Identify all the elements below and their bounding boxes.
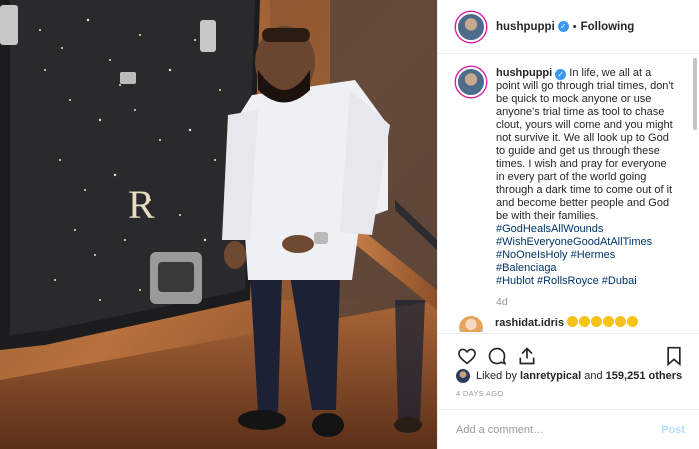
comment-input[interactable] [456, 423, 662, 436]
hashtag[interactable]: #Dubai [602, 275, 637, 287]
post-detail-pane: hushpuppi ✓ • Following hushpuppi ✓ In li… [437, 0, 699, 449]
bookmark-icon[interactable] [663, 345, 685, 367]
likes-prefix: Liked by [476, 370, 517, 382]
photo-illustration: R [0, 0, 437, 449]
heart-outline-icon[interactable] [456, 345, 478, 367]
reply-author-avatar[interactable] [459, 316, 483, 332]
hashtag[interactable]: #Hermes [571, 249, 616, 261]
caption-verified-icon: ✓ [555, 69, 567, 80]
likes-count[interactable]: 159,251 others [606, 370, 682, 382]
caption-author-avatar[interactable] [456, 67, 486, 97]
caption-age: 4d [496, 296, 508, 308]
reply-comment: rashidat.idris ❤❤❤❤❤❤ ♡ [456, 316, 685, 332]
comment-bubble-icon[interactable] [486, 345, 508, 367]
post-header: hushpuppi ✓ • Following [438, 0, 699, 54]
caption-comment: hushpuppi ✓ In life, we all at a point wi… [456, 67, 685, 288]
reply-username[interactable]: rashidat.idris [495, 317, 564, 329]
comments-scrollbar[interactable] [693, 58, 697, 130]
post-timestamp[interactable]: 4 DAYS AGO [456, 389, 503, 398]
comment-like-icon[interactable]: ♡ [659, 330, 669, 332]
likes-user[interactable]: lanretypical [520, 370, 581, 382]
wristwatch [314, 232, 328, 244]
share-arrow-icon[interactable] [516, 345, 538, 367]
hearts-emoji-text: ❤❤❤❤❤❤ [495, 331, 550, 332]
reply-body: rashidat.idris ❤❤❤❤❤❤ [495, 316, 639, 332]
following-button[interactable]: Following [581, 21, 635, 33]
hashtag[interactable]: #NoOneIsHoly [496, 249, 568, 261]
hashtag-list: #GodHealsAllWounds #WishEveryoneGoodAtAl… [496, 223, 678, 288]
hashtag[interactable]: #RollsRoyce [537, 275, 599, 287]
post-photo[interactable]: R [0, 0, 437, 449]
comments-list[interactable]: hushpuppi ✓ In life, we all at a point wi… [438, 55, 699, 332]
hashtag[interactable]: #WishEveryoneGoodAtAllTimes [496, 236, 652, 248]
likes-and: and [584, 370, 603, 382]
post-comment-button[interactable]: Post [661, 424, 685, 436]
likes-summary: Liked by lanretypical and 159,251 others [456, 369, 685, 383]
verified-badge-icon: ✓ [557, 21, 569, 32]
separator-dot: • [572, 20, 577, 33]
car-door-panel [0, 0, 260, 350]
hashtag[interactable]: #Hublot [496, 275, 534, 287]
hashtag[interactable]: #GodHealsAllWounds [496, 223, 603, 235]
author-username[interactable]: hushpuppi [496, 21, 555, 33]
add-comment-bar: Post [438, 409, 699, 449]
author-avatar[interactable] [456, 11, 486, 42]
rr-emblem: R [128, 182, 155, 227]
liker-avatar[interactable] [456, 369, 470, 383]
post-actions [438, 333, 699, 369]
caption-username[interactable]: hushpuppi [496, 67, 552, 79]
caption-body: hushpuppi ✓ In life, we all at a point wi… [496, 67, 678, 288]
caption-text: In life, we all at a point will go throu… [496, 67, 674, 222]
hashtag[interactable]: #Balenciaga [496, 262, 557, 274]
praying-hands-emoji-icon [567, 316, 639, 329]
